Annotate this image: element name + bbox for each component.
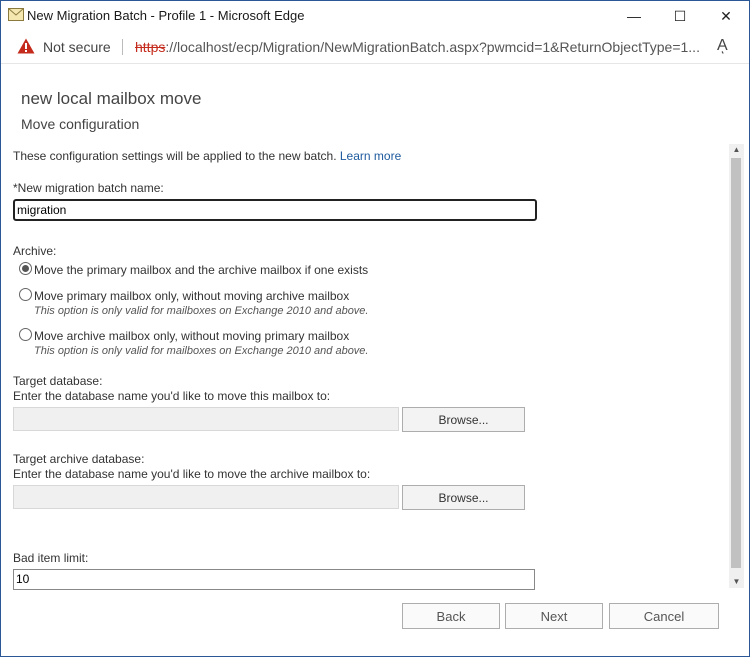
intro-sentence: These configuration settings will be app…: [13, 149, 337, 163]
bad-item-limit-input[interactable]: 10: [13, 569, 535, 590]
archive-option-primary-label[interactable]: Move primary mailbox only, without movin…: [34, 289, 349, 303]
scroll-down-icon[interactable]: ▼: [729, 576, 744, 588]
cancel-button[interactable]: Cancel: [609, 603, 719, 629]
target-archive-db-label: Target archive database:: [13, 452, 145, 466]
envelope-app-icon: [8, 8, 24, 21]
archive-option-both-radio[interactable]: [19, 262, 32, 275]
learn-more-link[interactable]: Learn more: [340, 149, 401, 163]
scroll-thumb[interactable]: [731, 158, 741, 568]
archive-option-archive-label[interactable]: Move archive mailbox only, without movin…: [34, 329, 349, 343]
maximize-icon: ☐: [673, 7, 687, 24]
window-title: New Migration Batch - Profile 1 - Micros…: [27, 8, 305, 23]
scroll-up-icon[interactable]: ▲: [729, 144, 744, 156]
archive-label: Archive:: [13, 244, 57, 258]
browser-window: New Migration Batch - Profile 1 - Micros…: [0, 0, 750, 657]
target-db-browse-button[interactable]: Browse...: [402, 407, 525, 432]
minimize-button[interactable]: —: [611, 1, 657, 31]
close-icon: ✕: [720, 7, 732, 24]
intro-text: These configuration settings will be app…: [13, 149, 401, 163]
minimize-icon: —: [627, 8, 641, 24]
address-bar[interactable]: Not secure https://localhost/ecp/Migrati…: [1, 31, 749, 64]
url-text[interactable]: https://localhost/ecp/Migration/NewMigra…: [135, 39, 700, 55]
target-db-hint: Enter the database name you'd like to mo…: [13, 389, 331, 403]
target-archive-db-input[interactable]: [13, 485, 399, 509]
address-divider: [122, 39, 123, 55]
security-status[interactable]: Not secure: [43, 39, 111, 55]
target-db-label: Target database:: [13, 374, 103, 388]
dialog-subheading: Move configuration: [21, 116, 140, 132]
archive-option-archive-radio[interactable]: [19, 328, 32, 341]
maximize-button[interactable]: ☐: [657, 1, 703, 31]
title-bar: New Migration Batch - Profile 1 - Micros…: [1, 1, 749, 31]
url-path: ://localhost/ecp/Migration/NewMigrationB…: [165, 39, 700, 55]
target-db-input[interactable]: [13, 407, 399, 431]
archive-option-both-label[interactable]: Move the primary mailbox and the archive…: [34, 263, 368, 277]
form-content: These configuration settings will be app…: [1, 141, 749, 591]
next-button[interactable]: Next: [505, 603, 603, 629]
vertical-scrollbar[interactable]: ▲ ▼: [729, 144, 744, 588]
archive-option-archive-note: This option is only valid for mailboxes …: [34, 345, 369, 357]
url-protocol: https: [135, 39, 166, 55]
back-button[interactable]: Back: [402, 603, 500, 629]
bad-item-limit-label: Bad item limit:: [13, 551, 89, 565]
target-archive-db-hint: Enter the database name you'd like to mo…: [13, 467, 371, 481]
batch-name-input[interactable]: migration: [13, 199, 537, 221]
warning-icon: [17, 38, 35, 54]
read-aloud-icon[interactable]: Aͅ: [717, 37, 728, 55]
archive-option-primary-note: This option is only valid for mailboxes …: [34, 305, 369, 317]
archive-option-primary-radio[interactable]: [19, 288, 32, 301]
close-button[interactable]: ✕: [703, 1, 749, 31]
dialog-heading: new local mailbox move: [21, 89, 202, 108]
batch-name-label: *New migration batch name:: [13, 181, 164, 195]
target-archive-db-browse-button[interactable]: Browse...: [402, 485, 525, 510]
